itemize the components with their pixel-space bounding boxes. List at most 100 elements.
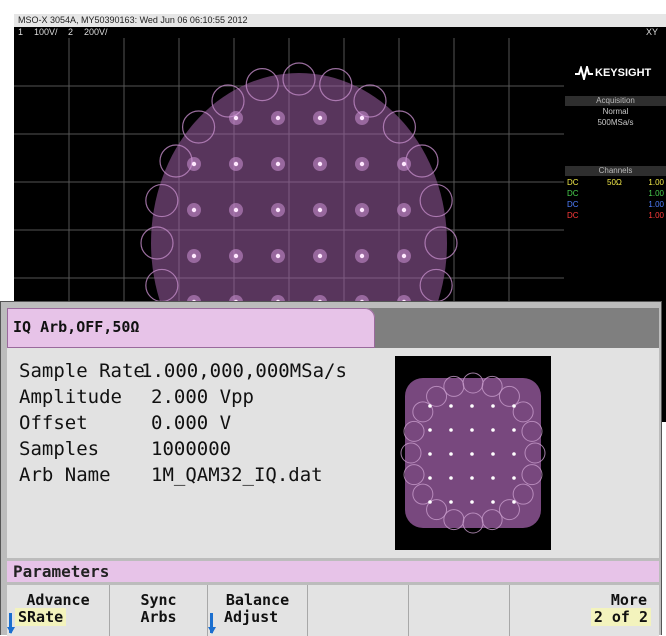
softkey-label: Sync	[140, 591, 177, 609]
preview-point	[449, 500, 453, 504]
acquisition-rate: 500MSa/s	[597, 118, 634, 127]
channel-row: DC 1.00	[565, 200, 666, 210]
constellation-point	[401, 207, 407, 213]
preview-point	[512, 404, 516, 408]
channel-scale: 1.00	[648, 189, 664, 198]
constellation-point	[401, 253, 407, 259]
param-label: Sample Rate	[19, 360, 145, 382]
ch1-scale: 100V/	[34, 27, 58, 37]
preview-point	[470, 500, 474, 504]
acquisition-title: Acquisition	[565, 96, 666, 106]
sync-arbs-softkey[interactable]: Sync Arbs	[110, 585, 208, 636]
preview-point	[449, 428, 453, 432]
tab-iq-arb[interactable]: IQ Arb,OFF,50Ω	[7, 308, 375, 348]
keysight-wave-icon	[575, 66, 593, 80]
preview-point	[491, 404, 495, 408]
constellation-point	[191, 253, 197, 259]
parameter-panel: Sample Rate 1.000,000,000MSa/s Amplitude…	[7, 348, 659, 558]
ch1-number: 1	[18, 27, 24, 37]
balance-adjust-softkey[interactable]: Balance Adjust	[208, 585, 308, 636]
softkey-label: Advance	[26, 591, 90, 609]
generator-tab-bar: IQ Arb,OFF,50Ω	[7, 308, 659, 348]
channel-scale: 1.00	[648, 200, 664, 209]
constellation-point	[359, 253, 365, 259]
preview-point	[491, 452, 495, 456]
constellation-point	[359, 207, 365, 213]
preview-point	[512, 428, 516, 432]
preview-point	[470, 476, 474, 480]
channel-coupling: DC	[567, 211, 579, 220]
tab-label: IQ Arb,OFF,50Ω	[13, 318, 140, 336]
param-label: Amplitude	[19, 386, 122, 408]
waveform-preview	[395, 356, 551, 550]
channel-row: DC 1.00	[565, 211, 666, 221]
preview-point	[428, 404, 432, 408]
advance-srate-softkey[interactable]: Advance SRate	[7, 585, 110, 636]
preview-point	[470, 428, 474, 432]
channel-coupling: DC	[567, 189, 579, 198]
constellation-point	[317, 115, 323, 121]
param-value: 1.000,000,000MSa/s	[141, 360, 347, 382]
constellation-point	[275, 253, 281, 259]
scope-mode-label: XY	[645, 27, 658, 37]
preview-point	[428, 428, 432, 432]
preview-point	[449, 404, 453, 408]
param-label: Samples	[19, 438, 100, 460]
preview-point	[491, 476, 495, 480]
channel-scale: 1.00	[648, 211, 664, 220]
page-indicator: 2 of 2	[590, 608, 651, 626]
parameters-header: Parameters	[7, 561, 659, 582]
softkey-bar: Advance SRate Sync Arbs Balance Adjust M…	[7, 585, 659, 636]
channel-scale: 1.00	[648, 178, 664, 187]
channel-row: DC 50Ω 1.00	[565, 178, 666, 188]
constellation-point	[275, 161, 281, 167]
preview-point	[428, 476, 432, 480]
preview-point	[449, 476, 453, 480]
ch2-number: 2	[68, 27, 74, 37]
softkey-selected-value: SRate	[15, 608, 67, 626]
more-softkey[interactable]: More ◀◀ 2 of 2	[510, 585, 659, 636]
preview-point	[491, 428, 495, 432]
constellation-point	[275, 207, 281, 213]
channel-coupling: DC	[567, 200, 579, 209]
constellation-point	[401, 161, 407, 167]
param-value: 0.000 V	[151, 412, 232, 434]
keysight-logo: KEYSIGHT	[565, 62, 666, 84]
preview-point	[491, 500, 495, 504]
param-label: Arb Name	[19, 464, 111, 486]
scope-title-bar: MSO-X 3054A, MY50390163: Wed Jun 06 06:1…	[14, 14, 666, 27]
preview-point	[512, 452, 516, 456]
channels-title: Channels	[565, 166, 666, 176]
parameters-label: Parameters	[13, 562, 110, 581]
function-generator-display: IQ Arb,OFF,50Ω Sample Rate 1.000,000,000…	[0, 301, 662, 636]
preview-point	[470, 452, 474, 456]
channel-impedance: 50Ω	[607, 178, 622, 187]
empty-softkey-5[interactable]	[409, 585, 510, 636]
constellation-point	[359, 115, 365, 121]
softkey-label-line2: Adjust	[224, 608, 279, 626]
brand-name: KEYSIGHT	[595, 67, 652, 79]
preview-point	[428, 500, 432, 504]
constellation-point	[233, 161, 239, 167]
constellation-point	[233, 207, 239, 213]
param-value: 2.000 Vpp	[151, 386, 254, 408]
submenu-arrow-head-icon	[208, 627, 216, 634]
constellation-point	[317, 161, 323, 167]
acquisition-mode: Normal	[602, 107, 629, 116]
constellation-point	[275, 115, 281, 121]
constellation-point	[317, 253, 323, 259]
constellation-point	[359, 161, 365, 167]
softkey-label: Balance	[225, 591, 290, 609]
preview-point	[428, 452, 432, 456]
constellation-point	[233, 115, 239, 121]
constellation-point	[191, 207, 197, 213]
preview-point	[449, 452, 453, 456]
constellation-point	[233, 253, 239, 259]
preview-point	[470, 404, 474, 408]
preview-point	[512, 500, 516, 504]
constellation-point	[191, 161, 197, 167]
preview-point	[512, 476, 516, 480]
empty-softkey-4[interactable]	[308, 585, 409, 636]
param-label: Offset	[19, 412, 88, 434]
param-value: 1M_QAM32_IQ.dat	[151, 464, 323, 486]
